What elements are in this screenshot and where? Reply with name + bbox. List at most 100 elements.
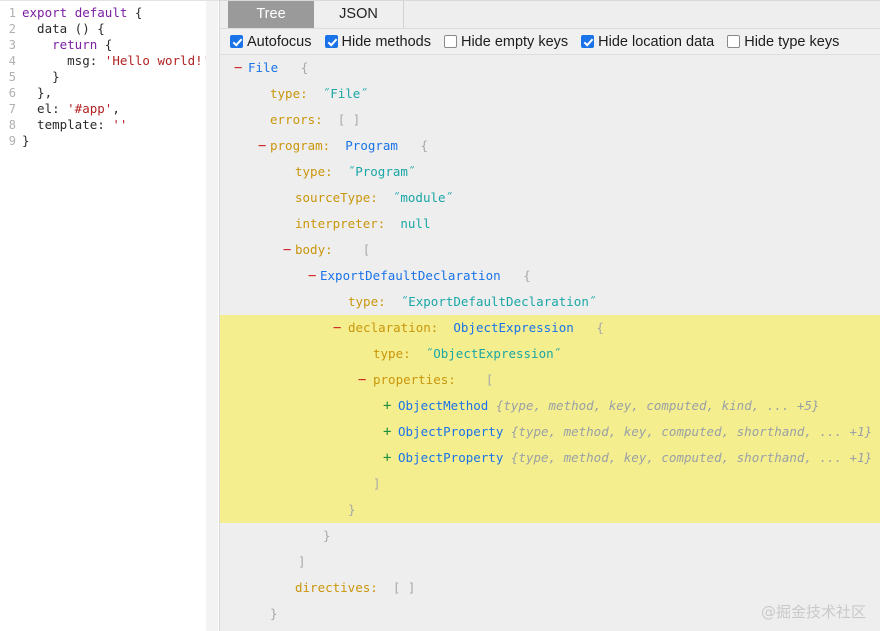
tree-row[interactable]: interpreter: null [220,211,880,237]
tree-row-content: type: ˝ExportDefaultDeclaration˝ [348,289,596,315]
tab-tree[interactable]: Tree [228,1,314,28]
option-hide-methods[interactable]: Hide methods [324,33,431,50]
collapse-icon[interactable]: − [358,367,366,393]
tree-token-brace [503,450,511,465]
checkbox-icon[interactable] [581,35,595,48]
tree-token-type: ObjectMethod [398,398,489,413]
option-hide-location-data[interactable]: Hide location data [581,34,714,50]
tree-row-content: ExportDefaultDeclaration { [320,263,531,289]
code-token: , [112,101,120,116]
code-token: return [52,37,98,52]
code-line[interactable]: 7 el: '#app', [0,101,219,117]
tree-row[interactable]: + ObjectMethod {type, method, key, comput… [220,393,880,419]
tree-token-brace: } [323,528,331,543]
tree-row-content: properties: [ [373,367,493,393]
editor-scrollbar[interactable] [206,1,218,631]
tree-token-type: ObjectProperty [398,450,504,465]
tree-token-brace: { [300,60,309,75]
checkbox-icon[interactable] [230,35,243,48]
collapse-icon[interactable]: − [283,237,291,263]
code-editor-pane[interactable]: 1 export default {2 data () {3 return {4 … [0,0,220,631]
tree-row[interactable]: comments: [ ] [220,627,880,630]
tree-token-str: ˝Program˝ [347,164,416,179]
tree-row[interactable]: } [220,523,880,549]
code-editor-lines[interactable]: 1 export default {2 data () {3 return {4 … [0,5,219,149]
code-line[interactable]: 4 msg: 'Hello world!' [0,53,219,69]
tree-row[interactable]: − declaration: ObjectExpression { [220,315,880,341]
collapse-icon[interactable]: − [333,315,341,341]
line-number: 8 [8,118,16,132]
tree-token-key: type: [348,294,386,309]
viewer-tabbar: Tree JSON [220,0,880,29]
code-line[interactable]: 1 export default { [0,5,219,21]
checkbox-icon[interactable] [324,35,338,48]
collapse-icon[interactable]: − [308,263,316,289]
tree-row[interactable]: + ObjectProperty {type, method, key, comp… [220,445,880,471]
tree-row-content: body: [ [295,237,370,263]
code-line[interactable]: 3 return { [0,37,219,53]
tree-row[interactable]: − File { [220,55,880,81]
tree-row[interactable]: − body: [ [220,237,880,263]
code-line[interactable]: 8 template: '' [0,117,219,133]
collapse-icon[interactable]: − [234,55,242,81]
tree-token-type: Program [345,138,398,153]
option-label: Hide methods [341,33,431,50]
code-token: }, [22,85,53,100]
code-token: { [97,37,113,52]
tree-token-brace: } [348,502,356,517]
tree-token-brace [503,424,511,439]
tree-row[interactable]: − properties: [ [220,367,880,393]
tree-token-key: properties: [373,372,456,387]
code-token: msg: [22,53,105,68]
tree-row-content: directives: [ ] [295,575,415,601]
tree-row[interactable]: + ObjectProperty {type, method, key, comp… [220,419,880,445]
tree-token-key: body: [295,242,333,257]
line-number: 4 [8,54,16,68]
tree-token-brace [488,398,496,413]
ast-tree[interactable]: − File {type: ˝File˝ errors: [ ] − program: … [220,55,880,630]
line-number: 3 [8,38,16,52]
tree-row[interactable]: directives: [ ] [220,575,880,601]
tree-row[interactable]: type: ˝Program˝ [220,159,880,185]
checkbox-icon[interactable] [727,35,741,48]
tree-row[interactable]: − program: Program { [220,133,880,159]
code-line[interactable]: 6 }, [0,85,219,101]
line-number: 5 [8,70,16,84]
tree-row[interactable]: − ExportDefaultDeclaration { [220,263,880,289]
line-number: 1 [8,6,16,20]
tree-row[interactable]: } [220,497,880,523]
line-number: 9 [8,134,16,148]
option-label: Hide location data [598,33,715,50]
line-number: 7 [8,102,16,116]
line-number: 6 [8,86,16,100]
tree-token-str: ˝ObjectExpression˝ [425,346,562,361]
checkbox-icon[interactable] [443,35,457,48]
code-line[interactable]: 9} [0,133,219,149]
expand-icon[interactable]: + [383,393,391,419]
tree-row[interactable]: type: ˝ExportDefaultDeclaration˝ [220,289,880,315]
tree-row[interactable]: ] [220,471,880,497]
code-token: } [22,69,60,84]
expand-icon[interactable]: + [383,419,391,445]
tree-row[interactable]: ] [220,549,880,575]
tree-row-content: interpreter: null [295,211,430,237]
tree-row[interactable]: errors: [ ] [220,107,880,133]
code-line[interactable]: 5 } [0,69,219,85]
tree-token-brace [386,294,401,309]
code-line[interactable]: 2 data () { [0,21,219,37]
option-hide-type-keys[interactable]: Hide type keys [727,34,839,50]
tree-token-prev: {type, method, key, computed, shorthand,… [510,450,873,465]
tab-json[interactable]: JSON [314,1,404,28]
expand-icon[interactable]: + [383,445,391,471]
tree-token-brace [278,60,301,75]
tree-row[interactable]: type: ˝ObjectExpression˝ [220,341,880,367]
option-autofocus[interactable]: Autofocus [230,34,312,50]
option-hide-empty-keys[interactable]: Hide empty keys [443,34,568,50]
tree-token-brace [330,138,345,153]
code-token: default [74,5,135,20]
tree-token-str: ˝ExportDefaultDeclaration˝ [400,294,597,309]
tree-token-brace: ] [373,476,381,491]
collapse-icon[interactable]: − [258,133,266,159]
tree-row[interactable]: sourceType: ˝module˝ [220,185,880,211]
tree-row[interactable]: type: ˝File˝ [220,81,880,107]
